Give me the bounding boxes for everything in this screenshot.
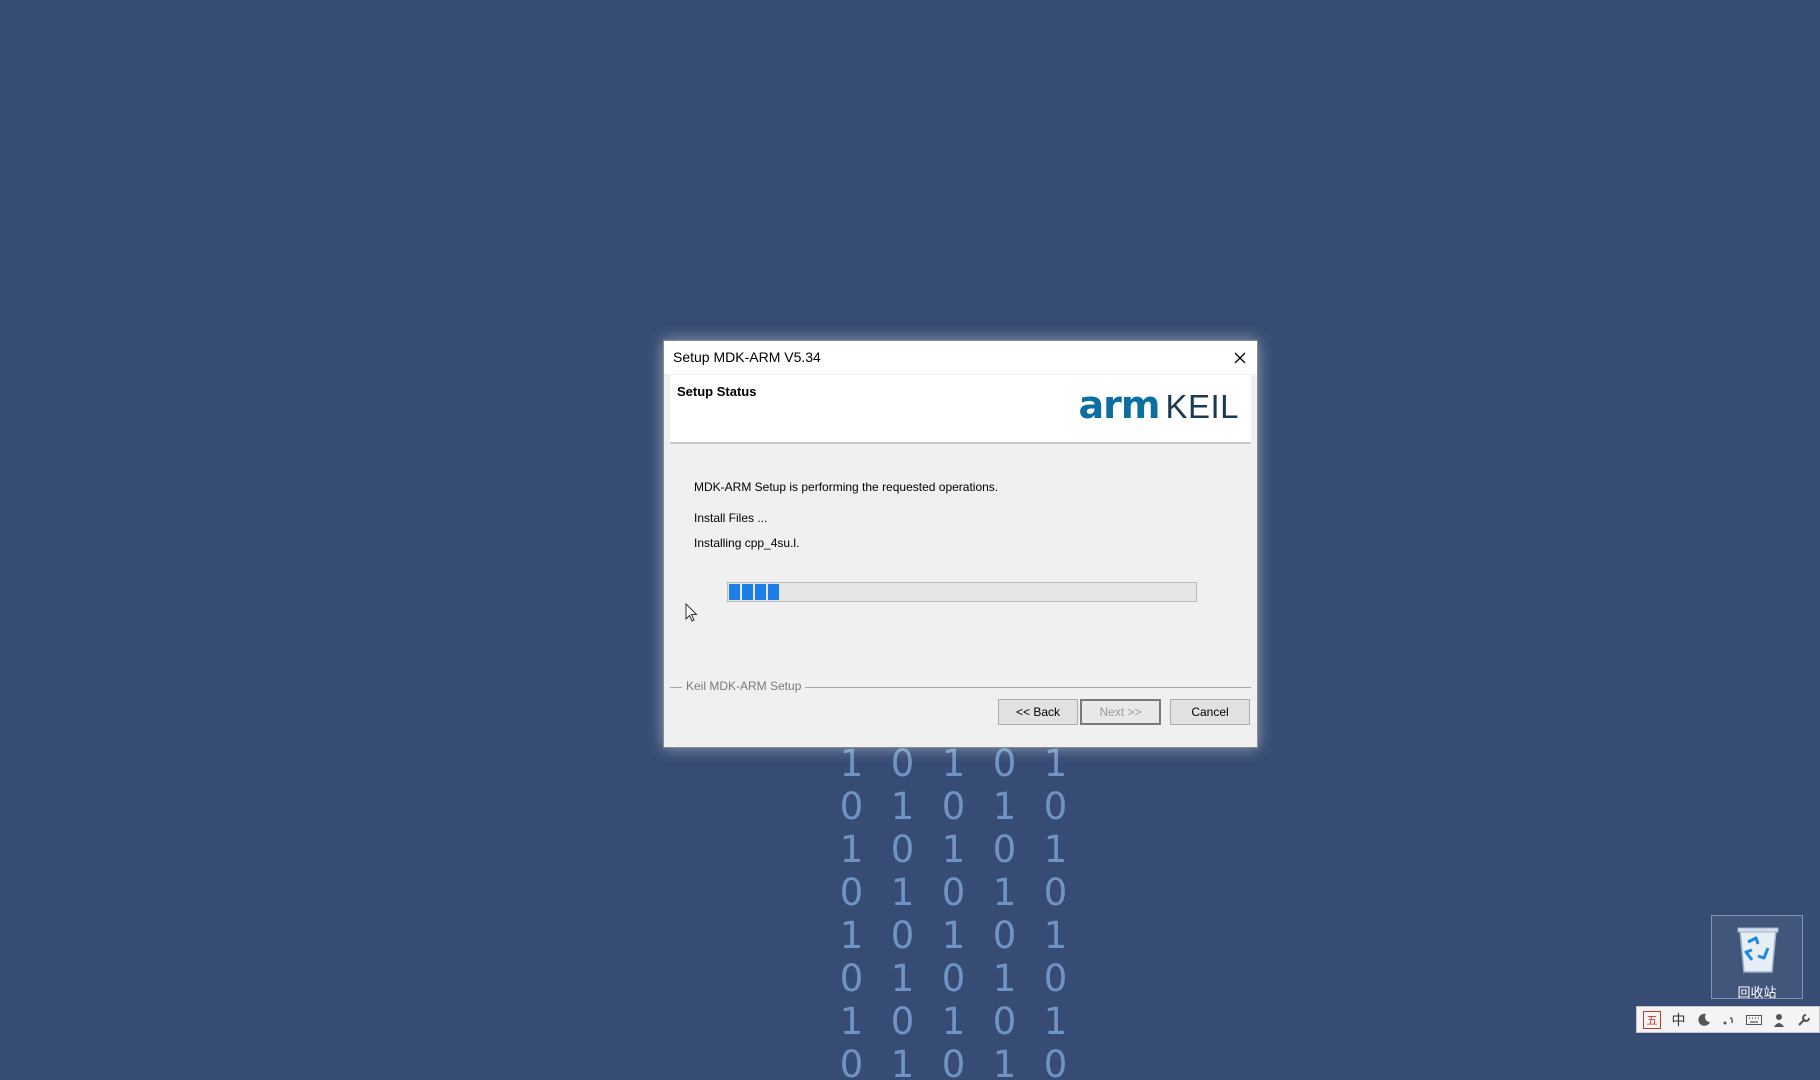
binary-digit: 1	[1043, 742, 1068, 785]
punctuation-icon[interactable]	[1716, 1009, 1741, 1031]
recycle-bin-icon	[1737, 927, 1779, 973]
binary-digit: 1	[1043, 1000, 1068, 1043]
recycle-bin[interactable]: 回收站	[1711, 915, 1803, 1001]
logo-keil-text: KEIL	[1165, 388, 1239, 425]
status-message: MDK-ARM Setup is performing the requeste…	[694, 480, 999, 494]
user-icon[interactable]	[1766, 1009, 1791, 1031]
binary-digit: 0	[890, 1000, 915, 1043]
binary-digit: 0	[890, 828, 915, 871]
binary-digit: 1	[992, 957, 1017, 1000]
binary-digit: 0	[839, 1043, 864, 1080]
binary-row: 01010	[826, 957, 1086, 1000]
binary-digit: 0	[992, 914, 1017, 957]
binary-row: 10101	[826, 914, 1086, 957]
binary-digit: 1	[839, 914, 864, 957]
binary-digit: 0	[839, 871, 864, 914]
dialog-titlebar[interactable]: Setup MDK-ARM V5.34	[664, 341, 1257, 374]
binary-digit: 0	[941, 871, 966, 914]
binary-digit: 1	[1043, 828, 1068, 871]
binary-digit: 1	[941, 1000, 966, 1043]
ime-language-button[interactable]: 中	[1666, 1009, 1691, 1031]
close-icon	[1234, 352, 1246, 363]
logo-arm-text: arm	[1078, 383, 1160, 427]
binary-digit: 1	[941, 742, 966, 785]
binary-row: 01010	[826, 871, 1086, 914]
binary-digit: 1	[1043, 914, 1068, 957]
binary-digit: 0	[1043, 1043, 1068, 1080]
binary-digit: 1	[992, 785, 1017, 828]
binary-digit: 1	[992, 871, 1017, 914]
next-button[interactable]: Next >>	[1080, 699, 1161, 725]
binary-row: 10101	[826, 1000, 1086, 1043]
wrench-icon[interactable]	[1791, 1009, 1816, 1031]
mouse-cursor-icon	[685, 603, 698, 622]
moon-icon[interactable]	[1691, 1009, 1716, 1031]
progress-block	[742, 584, 753, 600]
progress-fill	[729, 584, 781, 600]
binary-digit: 0	[1043, 871, 1068, 914]
setup-dialog: Setup MDK-ARM V5.34 Setup Status arm KEI…	[663, 340, 1258, 748]
keyboard-icon[interactable]	[1741, 1009, 1766, 1031]
back-button[interactable]: << Back	[998, 699, 1078, 725]
binary-digit: 0	[1043, 957, 1068, 1000]
close-button[interactable]	[1223, 341, 1257, 374]
progress-block	[729, 584, 740, 600]
binary-digit: 1	[839, 742, 864, 785]
binary-digit: 0	[839, 957, 864, 1000]
binary-digit: 1	[890, 957, 915, 1000]
ime-toolbar: 五 中	[1636, 1006, 1820, 1033]
binary-row: 10101	[826, 828, 1086, 871]
group-label: Keil MDK-ARM Setup	[682, 679, 806, 693]
binary-digit: 0	[890, 742, 915, 785]
arm-keil-logo: arm KEIL	[1078, 385, 1239, 425]
binary-digit: 0	[941, 1043, 966, 1080]
binary-digit: 0	[1043, 785, 1068, 828]
cancel-button[interactable]: Cancel	[1170, 699, 1250, 725]
header-title: Setup Status	[677, 384, 757, 399]
binary-row: 01010	[826, 785, 1086, 828]
dialog-title: Setup MDK-ARM V5.34	[673, 349, 821, 365]
binary-digit: 0	[941, 785, 966, 828]
binary-digit: 0	[941, 957, 966, 1000]
binary-digit: 1	[890, 1043, 915, 1080]
binary-digit: 0	[992, 828, 1017, 871]
binary-digit: 1	[992, 1043, 1017, 1080]
progress-block	[768, 584, 779, 600]
binary-digit: 1	[839, 1000, 864, 1043]
binary-digit: 1	[890, 871, 915, 914]
binary-digit: 1	[839, 828, 864, 871]
binary-row: 10101	[826, 742, 1086, 785]
binary-digit: 1	[890, 785, 915, 828]
binary-digit: 0	[992, 742, 1017, 785]
desktop-binary-pattern: 1010101010101010101010101010101010101010	[826, 742, 1086, 1080]
binary-digit: 0	[992, 1000, 1017, 1043]
binary-row: 01010	[826, 1043, 1086, 1080]
progress-bar	[727, 582, 1197, 602]
binary-digit: 1	[941, 828, 966, 871]
ime-mode-button[interactable]: 五	[1643, 1010, 1661, 1029]
binary-digit: 0	[839, 785, 864, 828]
current-file-label: Installing cpp_4su.l.	[694, 536, 800, 550]
install-label: Install Files ...	[694, 511, 768, 525]
binary-digit: 0	[890, 914, 915, 957]
recycle-bin-label: 回收站	[1737, 986, 1777, 1001]
progress-block	[755, 584, 766, 600]
binary-digit: 1	[941, 914, 966, 957]
header-panel: Setup Status arm KEIL	[670, 375, 1251, 444]
